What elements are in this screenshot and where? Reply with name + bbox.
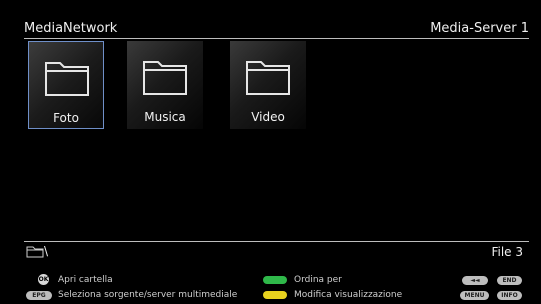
hint-sort-by: Ordina per: [294, 275, 342, 285]
folder-icon: [143, 61, 187, 95]
footer-divider: [24, 241, 529, 242]
media-browser-screen: MediaNetwork Media-Server 1 Foto Musica …: [0, 0, 541, 304]
rewind-button-icon: ◄◄: [462, 276, 488, 285]
hint-change-view: Modifica visualizzazione: [294, 290, 403, 300]
folder-tile-video[interactable]: Video: [230, 41, 306, 129]
folder-icon: [45, 62, 89, 96]
yellow-button-icon: [263, 291, 287, 299]
current-path: \: [44, 244, 49, 258]
green-button-icon: [263, 276, 287, 284]
folder-label: Foto: [53, 111, 79, 125]
folder-label: Video: [251, 110, 285, 124]
app-title: MediaNetwork: [24, 21, 118, 36]
file-count: File 3: [491, 245, 523, 259]
hint-select-source: Seleziona sorgente/server multimediale: [58, 290, 238, 300]
server-name: Media-Server 1: [430, 21, 529, 36]
end-button-icon: END: [497, 276, 522, 285]
info-button-icon: INFO: [497, 291, 522, 300]
folder-tile-musica[interactable]: Musica: [127, 41, 203, 129]
folder-label: Musica: [144, 110, 186, 124]
folder-outline-icon: [26, 246, 44, 258]
menu-button-icon: MENU: [460, 291, 489, 300]
folder-icon: [246, 61, 290, 95]
ok-button-icon: OK: [38, 274, 49, 285]
header-divider: [24, 38, 529, 39]
folder-tile-foto[interactable]: Foto: [28, 41, 104, 129]
hint-open-folder: Apri cartella: [58, 275, 113, 285]
epg-button-icon: EPG: [26, 291, 52, 300]
